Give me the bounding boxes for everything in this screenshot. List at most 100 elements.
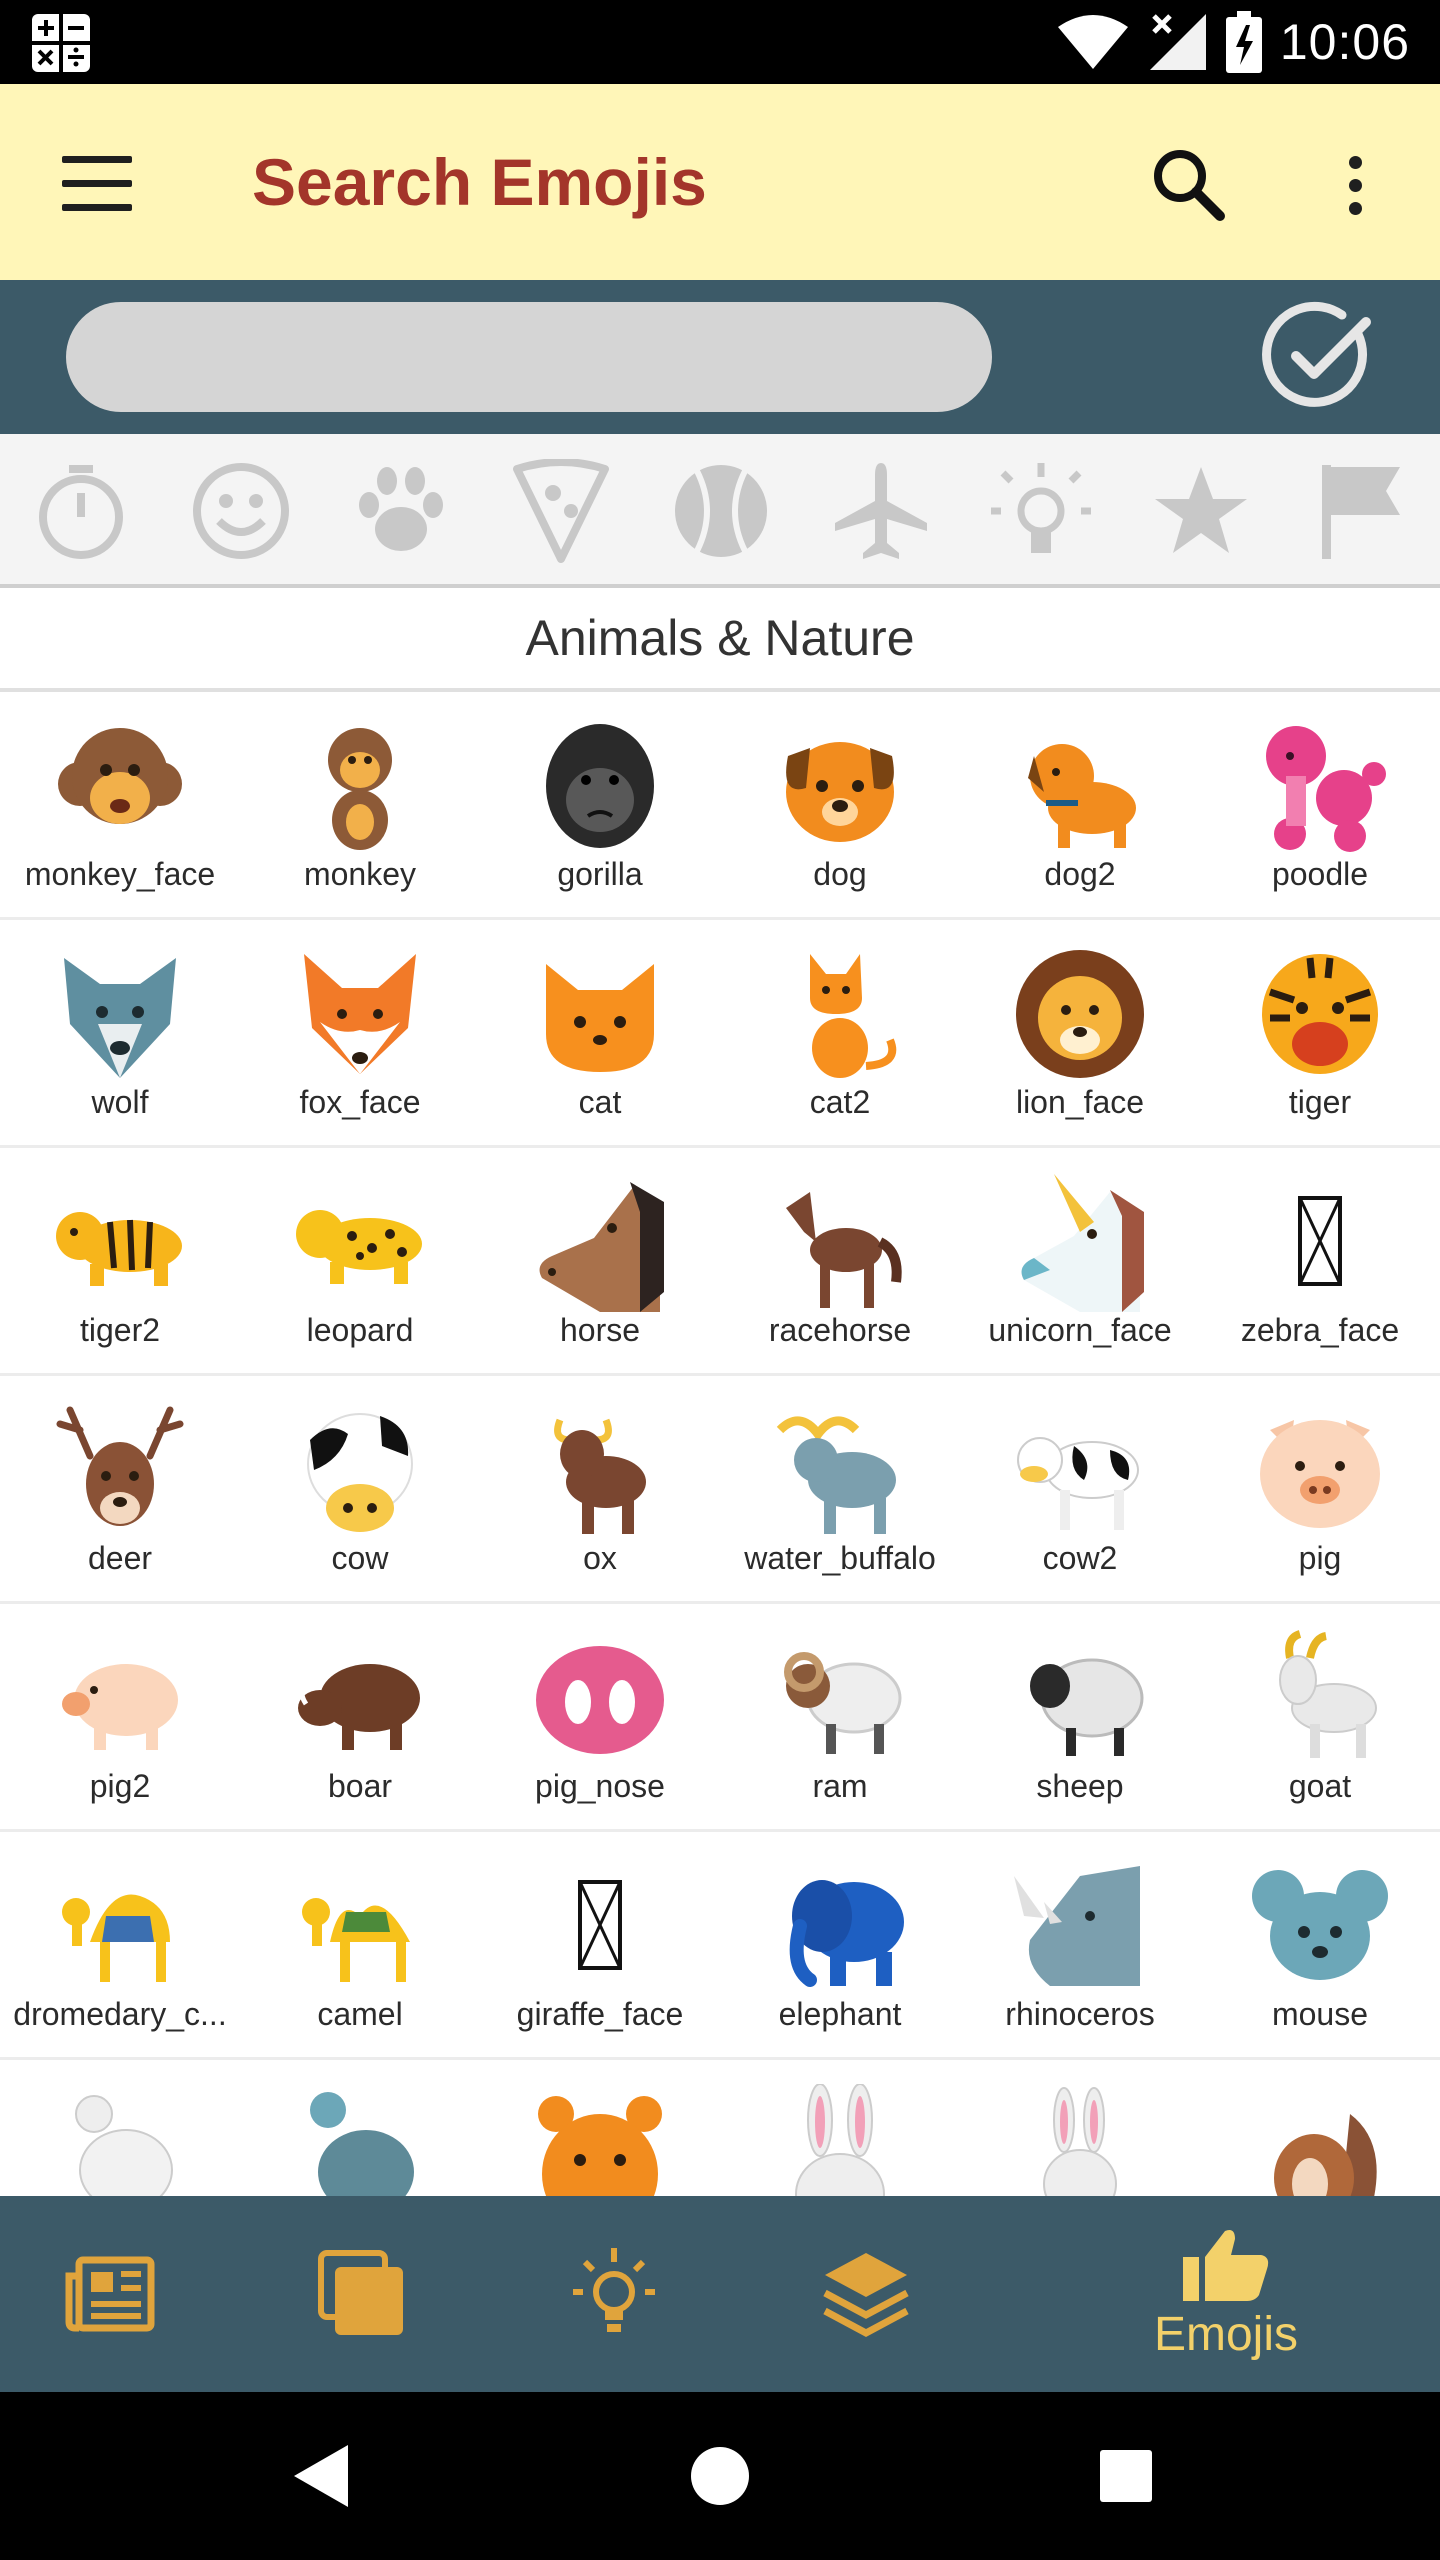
emoji-label: dog2 bbox=[1044, 856, 1116, 892]
emoji-label: dog bbox=[813, 856, 867, 892]
nav-emojis[interactable]: Emojis bbox=[1126, 2196, 1326, 2392]
search-icon[interactable] bbox=[1150, 146, 1226, 222]
emoji-boar[interactable]: boar bbox=[240, 1604, 480, 1832]
emoji-pig_nose[interactable]: pig_nose bbox=[480, 1604, 720, 1832]
recents-icon[interactable] bbox=[1076, 2426, 1176, 2526]
recent-icon[interactable] bbox=[26, 456, 136, 566]
layers-icon bbox=[823, 2253, 909, 2337]
flag-icon[interactable] bbox=[1306, 456, 1416, 566]
emoji-rat[interactable] bbox=[240, 2060, 480, 2196]
sheep-icon bbox=[1030, 1658, 1144, 1756]
monkey-icon bbox=[328, 728, 392, 850]
smiley-icon[interactable] bbox=[186, 456, 296, 566]
emoji-label: ram bbox=[812, 1768, 868, 1804]
emoji-label: tiger bbox=[1288, 1084, 1352, 1120]
tiger-face-icon bbox=[1262, 954, 1378, 1074]
pig-face-icon bbox=[1260, 1420, 1380, 1528]
emoji-tiger2[interactable]: tiger2 bbox=[0, 1148, 240, 1376]
emoji-label: elephant bbox=[778, 1996, 902, 2032]
emoji-poodle[interactable]: poodle bbox=[1200, 692, 1440, 920]
paw-icon[interactable] bbox=[346, 456, 456, 566]
pizza-icon[interactable] bbox=[506, 456, 616, 566]
emoji-rabbit[interactable] bbox=[720, 2060, 960, 2196]
emoji-mouse[interactable]: mouse bbox=[1200, 1832, 1440, 2060]
cat-icon bbox=[810, 954, 897, 1078]
emoji-water_buffalo[interactable]: water_buffalo bbox=[720, 1376, 960, 1604]
back-icon[interactable] bbox=[270, 2426, 370, 2526]
emoji-mouse2[interactable] bbox=[0, 2060, 240, 2196]
bottom-navigation: Emojis bbox=[0, 2196, 1440, 2392]
home-icon[interactable] bbox=[670, 2426, 770, 2526]
emoji-dromedary_camel[interactable]: dromedary_c... bbox=[0, 1832, 240, 2060]
emoji-wolf[interactable]: wolf bbox=[0, 920, 240, 1148]
airplane-icon[interactable] bbox=[826, 456, 936, 566]
emoji-cat2[interactable]: cat2 bbox=[720, 920, 960, 1148]
emoji-racehorse[interactable]: racehorse bbox=[720, 1148, 960, 1376]
star-icon[interactable] bbox=[1146, 456, 1256, 566]
rat-icon bbox=[310, 2092, 414, 2196]
emoji-dog2[interactable]: dog2 bbox=[960, 692, 1200, 920]
more-options-icon[interactable] bbox=[1330, 150, 1380, 220]
emoji-sheep[interactable]: sheep bbox=[960, 1604, 1200, 1832]
emoji-leopard[interactable]: leopard bbox=[240, 1148, 480, 1376]
system-navigation-bar bbox=[0, 2392, 1440, 2560]
emoji-fox_face[interactable]: fox_face bbox=[240, 920, 480, 1148]
emoji-hamster[interactable] bbox=[480, 2060, 720, 2196]
emoji-giraffe_face[interactable]: giraffe_face bbox=[480, 1832, 720, 2060]
emoji-label: dromedary_c... bbox=[13, 1996, 227, 2032]
emoji-gorilla[interactable]: gorilla bbox=[480, 692, 720, 920]
horse-face-icon bbox=[539, 1182, 664, 1312]
emoji-ox[interactable]: ox bbox=[480, 1376, 720, 1604]
section-title: Animals & Nature bbox=[0, 588, 1440, 692]
emoji-monkey_face[interactable]: monkey_face bbox=[0, 692, 240, 920]
cat-face-icon bbox=[546, 964, 654, 1072]
confirm-check-icon[interactable] bbox=[1262, 300, 1376, 414]
lightbulb-icon[interactable] bbox=[986, 456, 1096, 566]
emoji-label: wolf bbox=[91, 1084, 149, 1120]
dromedary-camel-icon bbox=[62, 1894, 170, 1982]
emoji-label: pig2 bbox=[89, 1768, 151, 1804]
emoji-goat[interactable]: goat bbox=[1200, 1604, 1440, 1832]
emoji-rabbit2[interactable] bbox=[960, 2060, 1200, 2196]
emoji-row bbox=[0, 2060, 1440, 2196]
emoji-chipmunk[interactable] bbox=[1200, 2060, 1440, 2196]
menu-icon[interactable] bbox=[62, 156, 132, 211]
pig-nose-icon bbox=[536, 1646, 664, 1754]
emoji-elephant[interactable]: elephant bbox=[720, 1832, 960, 2060]
emoji-unicorn_face[interactable]: unicorn_face bbox=[960, 1148, 1200, 1376]
search-input[interactable] bbox=[66, 302, 992, 412]
emoji-pig2[interactable]: pig2 bbox=[0, 1604, 240, 1832]
emoji-rhinoceros[interactable]: rhinoceros bbox=[960, 1832, 1200, 2060]
emoji-lion_face[interactable]: lion_face bbox=[960, 920, 1200, 1148]
emoji-grid: monkey_face monkey gorilla dog dog2 pood… bbox=[0, 692, 1440, 2196]
emoji-label: zebra_face bbox=[1240, 1312, 1400, 1348]
emoji-cow[interactable]: cow bbox=[240, 1376, 480, 1604]
ball-icon[interactable] bbox=[666, 456, 776, 566]
emoji-label: cat2 bbox=[809, 1084, 871, 1120]
nav-news[interactable] bbox=[10, 2196, 210, 2392]
emoji-pig[interactable]: pig bbox=[1200, 1376, 1440, 1604]
nav-layers[interactable] bbox=[766, 2196, 966, 2392]
emoji-ram[interactable]: ram bbox=[720, 1604, 960, 1832]
rhinoceros-icon bbox=[1014, 1866, 1140, 1986]
emoji-cat[interactable]: cat bbox=[480, 920, 720, 1148]
emoji-label: cow bbox=[331, 1540, 389, 1576]
emoji-cow2[interactable]: cow2 bbox=[960, 1376, 1200, 1604]
emoji-zebra_face[interactable]: zebra_face bbox=[1200, 1148, 1440, 1376]
emoji-horse[interactable]: horse bbox=[480, 1148, 720, 1376]
emoji-tiger[interactable]: tiger bbox=[1200, 920, 1440, 1148]
emoji-dog[interactable]: dog bbox=[720, 692, 960, 920]
nav-ideas[interactable] bbox=[514, 2196, 714, 2392]
emoji-monkey[interactable]: monkey bbox=[240, 692, 480, 920]
camel-icon bbox=[302, 1898, 410, 1982]
emoji-label: leopard bbox=[306, 1312, 414, 1348]
nav-copy[interactable] bbox=[262, 2196, 462, 2392]
emoji-label: sheep bbox=[1036, 1768, 1124, 1804]
lion-face-icon bbox=[1016, 950, 1144, 1078]
ram-icon bbox=[784, 1652, 902, 1754]
wolf-icon bbox=[64, 958, 176, 1078]
emoji-row: dromedary_c... camel giraffe_face elepha… bbox=[0, 1832, 1440, 2060]
emoji-deer[interactable]: deer bbox=[0, 1376, 240, 1604]
emoji-camel[interactable]: camel bbox=[240, 1832, 480, 2060]
mouse-face-icon bbox=[1252, 1870, 1388, 1980]
